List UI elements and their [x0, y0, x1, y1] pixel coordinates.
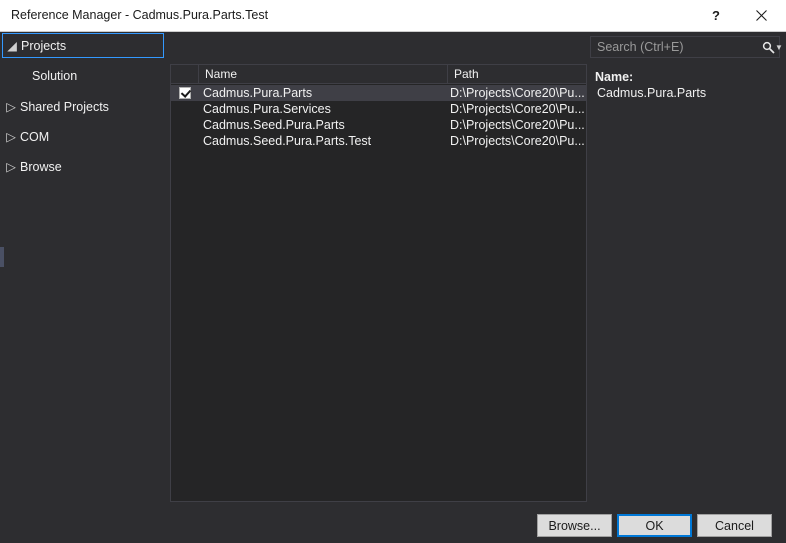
- row-name: Cadmus.Pura.Services: [203, 102, 331, 116]
- list-header-row: Name Path: [171, 65, 586, 84]
- search-input[interactable]: [591, 38, 762, 56]
- checkbox-icon[interactable]: [179, 87, 191, 99]
- sidebar-item-label: Shared Projects: [20, 99, 109, 114]
- sidebar-item-shared-projects[interactable]: ▷ Shared Projects: [2, 94, 164, 119]
- row-checkbox-cell[interactable]: [171, 85, 199, 101]
- sidebar-item-com[interactable]: ▷ COM: [2, 124, 164, 149]
- table-row[interactable]: Cadmus.Pura.Services D:\Projects\Core20\…: [171, 101, 586, 117]
- row-checkbox-cell[interactable]: [171, 101, 199, 117]
- collapsed-triangle-icon[interactable]: ▷: [2, 129, 20, 144]
- collapsed-triangle-icon[interactable]: ▷: [2, 99, 20, 114]
- window-title: Reference Manager - Cadmus.Pura.Parts.Te…: [11, 8, 269, 22]
- close-icon: [755, 10, 767, 21]
- sidebar-item-label: COM: [20, 129, 50, 144]
- detail-name-label: Name:: [595, 70, 634, 84]
- magnifier-glyph: [762, 41, 775, 54]
- row-name: Cadmus.Seed.Pura.Parts.Test: [203, 134, 372, 148]
- details-panel: Name: Cadmus.Pura.Parts: [590, 70, 780, 100]
- dialog-footer: Browse... OK Cancel: [0, 502, 786, 543]
- column-header-checkbox[interactable]: [171, 65, 199, 83]
- row-path: D:\Projects\Core20\Pu...: [450, 102, 585, 116]
- browse-button[interactable]: Browse...: [537, 514, 612, 537]
- row-checkbox-cell[interactable]: [171, 117, 199, 133]
- row-path: D:\Projects\Core20\Pu...: [450, 134, 585, 148]
- column-header-name[interactable]: Name: [199, 65, 448, 83]
- collapsed-triangle-icon[interactable]: ▷: [2, 159, 20, 174]
- table-row[interactable]: Cadmus.Seed.Pura.Parts.Test D:\Projects\…: [171, 133, 586, 149]
- close-button[interactable]: [739, 0, 783, 31]
- sidebar-item-solution[interactable]: Solution: [2, 63, 164, 88]
- row-name: Cadmus.Pura.Parts: [203, 86, 313, 100]
- row-path: D:\Projects\Core20\Pu...: [450, 86, 585, 100]
- title-bar: Reference Manager - Cadmus.Pura.Parts.Te…: [0, 0, 786, 32]
- column-header-path[interactable]: Path: [448, 65, 586, 83]
- tree-scrollbar-thumb[interactable]: [0, 247, 4, 267]
- reference-manager-dialog: Reference Manager - Cadmus.Pura.Parts.Te…: [0, 0, 786, 543]
- sidebar-item-browse[interactable]: ▷ Browse: [2, 154, 164, 179]
- search-icon[interactable]: [762, 41, 775, 54]
- row-path: D:\Projects\Core20\Pu...: [450, 118, 585, 132]
- reference-list-panel: Name Path Cadmus.Pura.Parts D:\Projects\…: [170, 64, 587, 502]
- row-name: Cadmus.Seed.Pura.Parts: [203, 118, 345, 132]
- question-mark-icon: ?: [712, 8, 720, 23]
- sidebar-item-label: Browse: [20, 159, 62, 174]
- ok-button[interactable]: OK: [617, 514, 692, 537]
- table-row[interactable]: Cadmus.Pura.Parts D:\Projects\Core20\Pu.…: [171, 85, 586, 101]
- detail-name-value: Cadmus.Pura.Parts: [597, 86, 707, 100]
- category-tree: ◢ Projects Solution ▷ Shared Projects ▷ …: [0, 32, 168, 497]
- search-box[interactable]: ▼: [590, 36, 783, 58]
- row-checkbox-cell[interactable]: [171, 133, 199, 149]
- sidebar-item-label: Solution: [32, 68, 78, 83]
- table-row[interactable]: Cadmus.Seed.Pura.Parts D:\Projects\Core2…: [171, 117, 586, 133]
- cancel-button[interactable]: Cancel: [697, 514, 772, 537]
- help-button[interactable]: ?: [694, 0, 738, 31]
- sidebar-item-label: Projects: [21, 38, 67, 53]
- sidebar-item-projects[interactable]: ◢ Projects: [2, 33, 164, 58]
- chevron-down-icon[interactable]: ▼: [775, 43, 786, 52]
- expanded-triangle-icon[interactable]: ◢: [3, 38, 21, 53]
